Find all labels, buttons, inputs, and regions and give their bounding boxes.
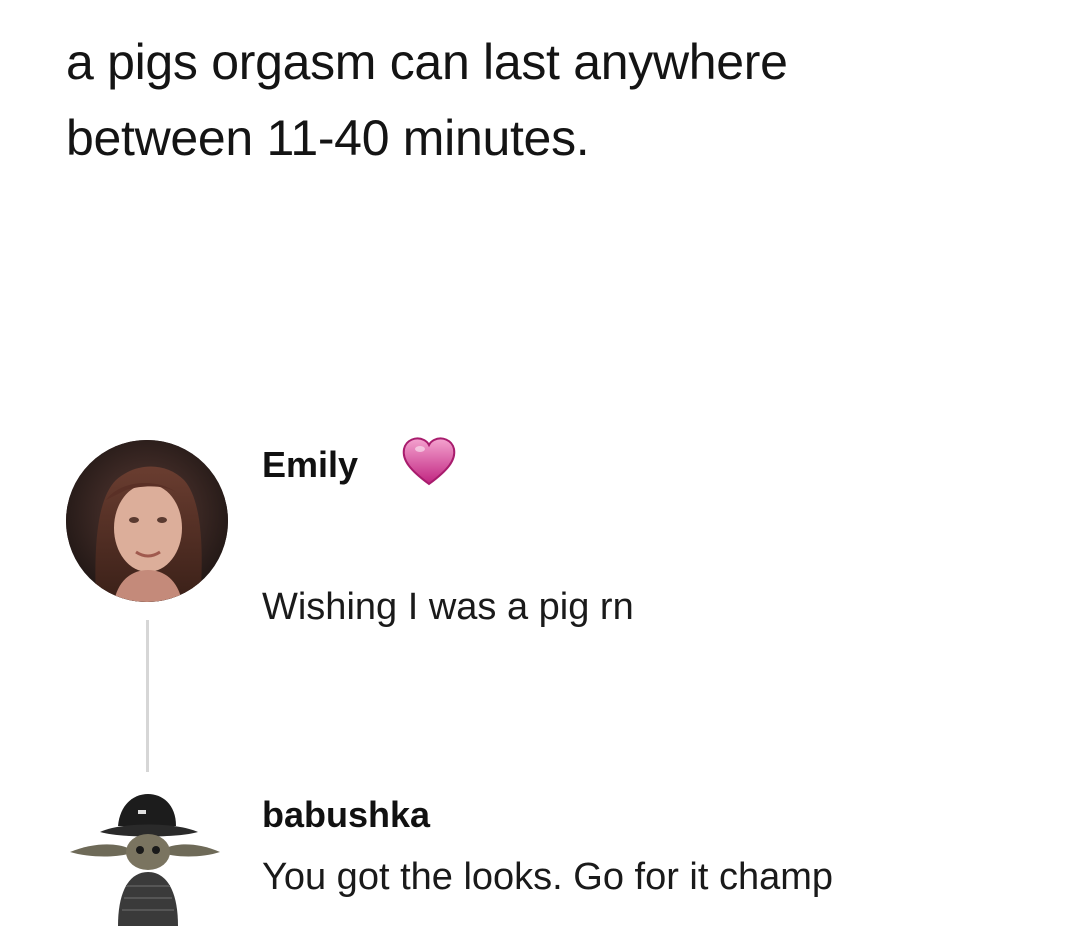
post-text-line-2: between 11-40 minutes. bbox=[66, 110, 590, 166]
post-text-line-1: a pigs orgasm can last anywhere bbox=[66, 34, 788, 90]
comment-text-babushka: You got the looks. Go for it champ bbox=[262, 856, 834, 898]
username-babushka[interactable]: babushka bbox=[262, 794, 430, 836]
pink-heart-icon bbox=[402, 437, 456, 486]
thread-line bbox=[146, 620, 149, 772]
username-emily[interactable]: Emily bbox=[262, 444, 358, 486]
emily-avatar[interactable] bbox=[66, 440, 228, 602]
emily-avatar-image bbox=[66, 440, 228, 602]
babushka-avatar-image bbox=[70, 794, 220, 926]
babushka-avatar[interactable] bbox=[60, 786, 230, 926]
comment-text-emily: Wishing I was a pig rn bbox=[262, 586, 634, 628]
post-text: a pigs orgasm can last anywhere between … bbox=[66, 24, 1046, 176]
